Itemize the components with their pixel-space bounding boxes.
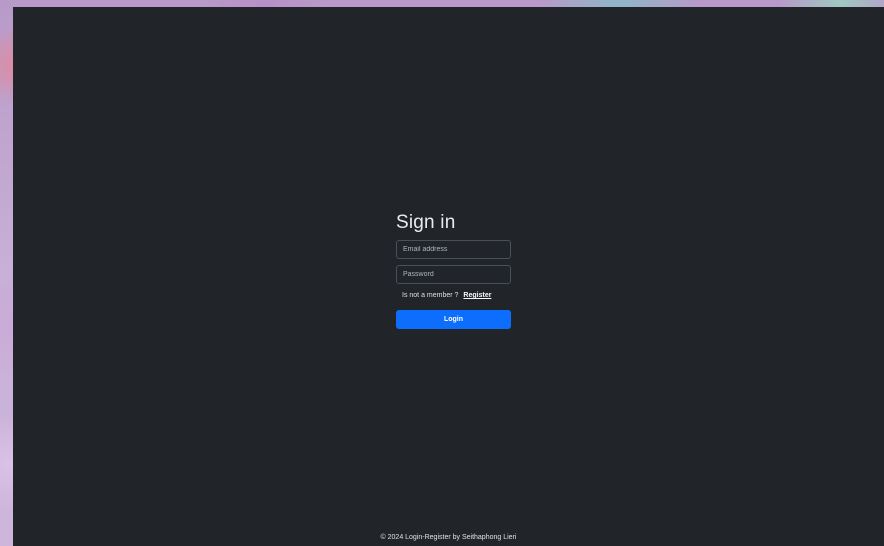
page-title: Sign in	[396, 212, 456, 233]
register-link[interactable]: Register	[463, 292, 491, 299]
member-prompt-text: Is not a member ?	[402, 292, 459, 299]
login-button[interactable]: Login	[396, 310, 511, 329]
email-field[interactable]	[396, 240, 511, 259]
signin-form: Sign in Is not a member ? Register Login	[396, 212, 512, 329]
footer-copyright: © 2024 Login-Register by Seithaphong Lie…	[380, 534, 517, 541]
member-prompt-row: Is not a member ? Register	[402, 290, 512, 302]
app-window: Sign in Is not a member ?Register Login …	[13, 7, 884, 546]
password-field[interactable]	[396, 265, 511, 284]
